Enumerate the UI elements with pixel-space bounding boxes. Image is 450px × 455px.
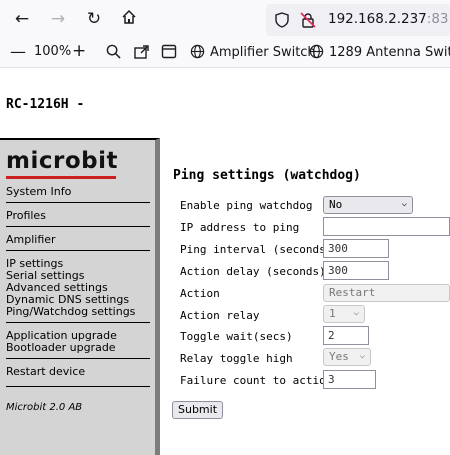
bookmark-1289-antenna-switch[interactable]: 1289 Antenna Switch (309, 44, 450, 63)
zoom-level[interactable]: 100% (34, 44, 71, 59)
globe-icon (190, 44, 205, 63)
action-relay-label: Action relay (180, 309, 260, 322)
ip-address-label: IP address to ping (180, 221, 300, 234)
microbit-logo: microbit (6, 148, 118, 174)
chevron-down-icon: ⌵ (401, 199, 407, 209)
select-value: Yes (329, 350, 349, 363)
sidebar-item-amplifier[interactable]: Amplifier (6, 234, 56, 246)
sidebar-divider (6, 202, 150, 203)
zoom-out-button[interactable]: — (10, 42, 26, 61)
zoom-in-button[interactable]: + (72, 41, 86, 61)
sidebar-divider (6, 250, 150, 251)
enable-ping-watchdog-label: Enable ping watchdog (180, 199, 313, 212)
select-value: 1 (329, 307, 336, 320)
action-label: Action (180, 287, 220, 300)
url-text: 192.168.2.237:83 (328, 11, 449, 27)
failure-count-input[interactable]: 3 (323, 370, 376, 389)
sidebar: microbit System Info Profiles Amplifier … (0, 138, 160, 455)
sidebar-item-restart-device[interactable]: Restart device (6, 366, 85, 378)
failure-count-label: Failure count to action (180, 374, 333, 387)
ip-address-input[interactable] (323, 217, 450, 236)
tracking-protection-icon[interactable] (274, 12, 290, 32)
forward-icon[interactable]: → (48, 9, 68, 29)
url-host: 192.168.2.237 (328, 11, 427, 27)
action-select[interactable]: Restart (323, 284, 450, 302)
ping-interval-label: Ping interval (seconds) (180, 243, 333, 256)
sidebar-divider (6, 358, 150, 359)
sidebar-footer: Microbit 2.0 AB (6, 402, 83, 413)
bookmark-amplifier-switch[interactable]: Amplifier Switch (190, 44, 316, 63)
select-value: Restart (329, 286, 376, 299)
enable-ping-watchdog-select[interactable]: No ⌵ (323, 196, 413, 214)
action-relay-select[interactable]: 1 ⌵ (323, 305, 365, 323)
sidebar-item-system-info[interactable]: System Info (6, 186, 71, 198)
toggle-wait-input[interactable]: 2 (323, 326, 369, 345)
chevron-down-icon: ⌵ (353, 308, 359, 318)
bookmark-label: Amplifier Switch (210, 45, 316, 60)
logo-underline (6, 176, 116, 179)
bookmark-label: 1289 Antenna Switch (329, 45, 450, 60)
action-delay-input[interactable]: 300 (323, 261, 389, 280)
sidebar-icon[interactable] (161, 44, 177, 63)
url-port: :83 (426, 11, 449, 27)
url-bar[interactable]: 192.168.2.237:83 (266, 4, 450, 36)
reload-icon[interactable]: ↻ (84, 9, 104, 29)
globe-icon (309, 44, 324, 63)
relay-toggle-high-label: Relay toggle high (180, 352, 293, 365)
chevron-down-icon: ⌵ (359, 351, 365, 361)
action-delay-label: Action delay (seconds) (180, 265, 326, 278)
submit-button[interactable]: Submit (172, 401, 224, 419)
browser-toolbar: ← → ↻ 192.168.2.237:83 (0, 0, 450, 38)
relay-toggle-high-select[interactable]: Yes ⌵ (323, 348, 371, 366)
insecure-lock-icon[interactable] (300, 12, 316, 32)
toggle-wait-label: Toggle wait(secs) (180, 330, 293, 343)
back-icon[interactable]: ← (12, 9, 32, 29)
sidebar-divider (6, 226, 150, 227)
home-icon[interactable] (119, 9, 139, 29)
search-icon[interactable] (106, 44, 121, 63)
sidebar-item-ping-watchdog-settings[interactable]: Ping/Watchdog settings (6, 306, 135, 318)
share-icon[interactable] (133, 44, 149, 64)
page-title: RC-1216H - (6, 97, 85, 112)
select-value: No (329, 198, 343, 211)
sidebar-item-bootloader-upgrade[interactable]: Bootloader upgrade (6, 342, 116, 354)
bookmarks-bar: — 100% + Amplifier Switch 1289 Antenna S… (0, 38, 450, 68)
section-heading: Ping settings (watchdog) (173, 168, 361, 183)
sidebar-divider (6, 322, 150, 323)
sidebar-divider (6, 386, 150, 387)
ping-interval-input[interactable]: 300 (323, 239, 389, 258)
sidebar-item-profiles[interactable]: Profiles (6, 210, 46, 222)
